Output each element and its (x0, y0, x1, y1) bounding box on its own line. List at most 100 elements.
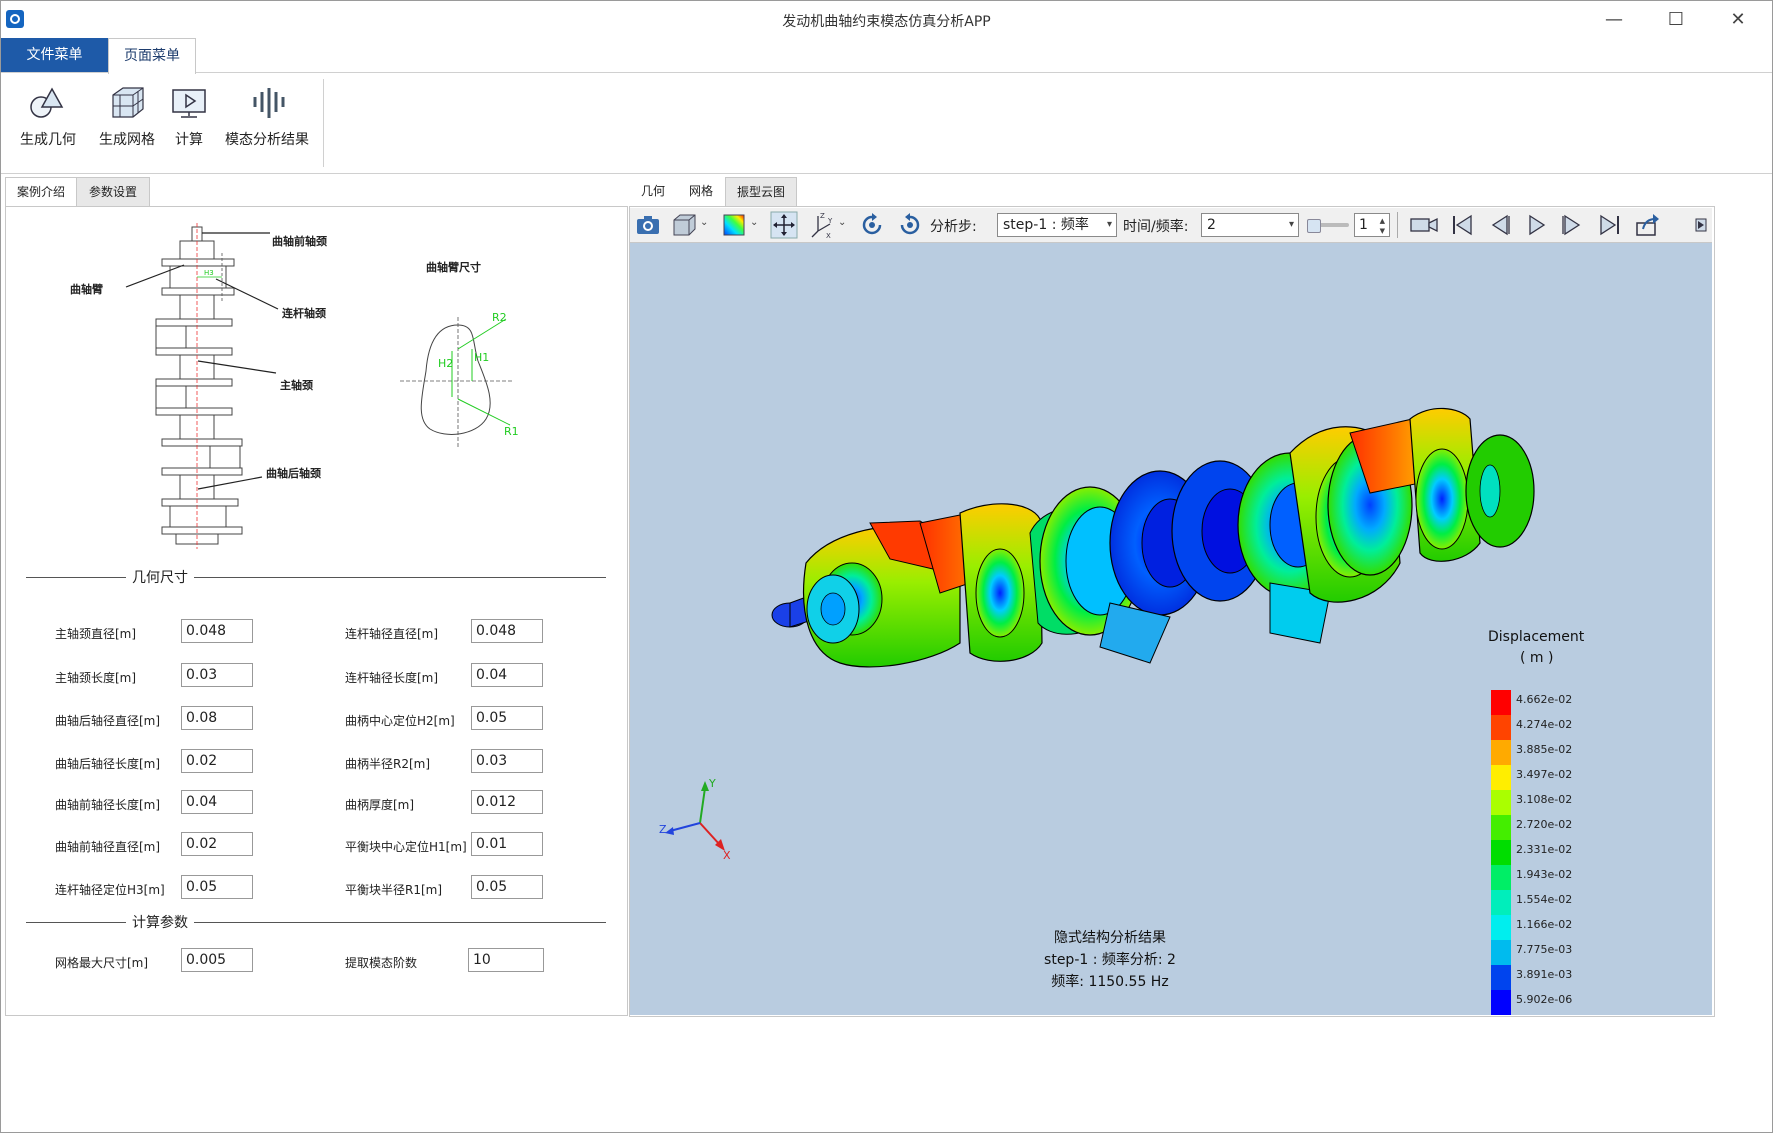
pan-icon[interactable] (770, 211, 798, 239)
param-label: 曲轴前轴径直径[m] (55, 840, 161, 854)
parameter-panel: H3 曲轴前轴颈 曲轴臂 连杆轴颈 主轴颈 曲轴后轴颈 曲轴臂尺寸 R2 H1 … (5, 206, 628, 1016)
svg-text:Y: Y (827, 217, 833, 225)
first-frame-icon[interactable] (1448, 211, 1476, 239)
previous-frame-icon[interactable] (1485, 211, 1513, 239)
legend-tick-label: 2.331e-02 (1516, 843, 1573, 856)
legend-swatch (1491, 765, 1511, 790)
tab-mesh[interactable]: 网格 (681, 177, 721, 205)
expand-icon[interactable] (1692, 211, 1710, 239)
calc-param-label: 提取模态阶数 (345, 956, 418, 970)
play-icon[interactable] (1522, 211, 1550, 239)
conrod-journal-label: 连杆轴颈 (282, 306, 326, 320)
param-input[interactable] (471, 790, 543, 814)
frame-slider[interactable] (1307, 219, 1349, 233)
generate-mesh-label: 生成网格 (99, 132, 155, 148)
analysis-step-select[interactable]: step-1 : 频率 ▾ (997, 213, 1117, 237)
h2-label: H2 (438, 357, 453, 370)
param-input[interactable] (181, 619, 253, 643)
param-input[interactable] (181, 875, 253, 899)
calc-section-title: 计算参数 (126, 912, 194, 932)
contour-color-icon[interactable] (720, 211, 748, 239)
modal-result-label: 模态分析结果 (225, 132, 309, 148)
generate-geometry-button[interactable]: 生成几何 (15, 85, 81, 149)
chevron-down-icon[interactable]: ⌄ (750, 217, 758, 228)
param-label: 主轴颈直径[m] (55, 627, 137, 641)
result-info: 隐式结构分析结果 step-1 : 频率分析: 2 频率: 1150.55 Hz (960, 927, 1260, 993)
param-input[interactable] (181, 749, 253, 773)
rotate-cw-icon[interactable] (858, 211, 886, 239)
geometry-section-header: 几何尺寸 (26, 567, 606, 587)
compute-button[interactable]: 计算 (169, 85, 209, 149)
modal-result-button[interactable]: 模态分析结果 (220, 85, 314, 149)
last-frame-icon[interactable] (1596, 211, 1624, 239)
result-title: 隐式结构分析结果 (1054, 930, 1166, 946)
main-journal-label: 主轴颈 (280, 378, 313, 392)
tab-case-intro[interactable]: 案例介绍 (5, 177, 77, 207)
axis-orientation-icon[interactable]: ZYX (808, 211, 836, 239)
menu-tab-page[interactable]: 页面菜单 (108, 38, 196, 74)
svg-text:X: X (826, 232, 831, 239)
param-label: 连杆轴径定位H3[m] (55, 883, 165, 897)
frame-spinbox[interactable]: 1 ▲ ▼ (1354, 213, 1390, 237)
mode-count-input[interactable] (468, 948, 544, 972)
tab-mode-shape[interactable]: 振型云图 (725, 177, 797, 207)
maximize-button[interactable]: ☐ (1653, 5, 1699, 35)
param-input[interactable] (471, 663, 543, 687)
window-title: 发动机曲轴约束模态仿真分析APP (782, 14, 991, 30)
param-input[interactable] (471, 749, 543, 773)
tab-parameters[interactable]: 参数设置 (76, 177, 150, 207)
param-label: 平衡块半径R1[m] (345, 883, 443, 897)
camera-icon[interactable] (634, 211, 662, 239)
param-input[interactable] (181, 790, 253, 814)
menu-tab-file[interactable]: 文件菜单 (1, 38, 108, 72)
param-label: 曲轴前轴径长度[m] (55, 798, 161, 812)
param-input[interactable] (181, 832, 253, 856)
compute-label: 计算 (175, 132, 203, 148)
param-label: 曲轴后轴径长度[m] (55, 757, 161, 771)
param-input[interactable] (181, 663, 253, 687)
chevron-down-icon: ▾ (1106, 219, 1112, 230)
slider-handle[interactable] (1307, 219, 1321, 233)
crankshaft-diagram: H3 曲轴前轴颈 曲轴臂 连杆轴颈 主轴颈 曲轴后轴颈 曲轴臂尺寸 R2 H1 … (70, 223, 519, 549)
rotate-ccw-icon[interactable] (896, 211, 924, 239)
export-icon[interactable] (1633, 211, 1661, 239)
ribbon: 生成几何 生成网格 计算 模态分析结果 (1, 73, 1772, 174)
modal-result-icon (253, 88, 285, 118)
legend-tick-label: 4.662e-02 (1516, 693, 1573, 706)
3d-viewport[interactable]: Y X Z 隐式结构分析结果 step-1 : 频率分析: 2 频率: 1150… (630, 243, 1712, 1015)
legend-unit: ( m ) (1520, 650, 1554, 666)
geometry-icon (30, 87, 64, 118)
time-frequency-select[interactable]: 2 ▾ (1201, 213, 1299, 237)
param-input[interactable] (471, 619, 543, 643)
param-label: 主轴颈长度[m] (55, 671, 137, 685)
svg-text:Z: Z (820, 212, 825, 220)
param-input[interactable] (471, 832, 543, 856)
rear-journal-label: 曲轴后轴颈 (266, 466, 321, 480)
legend-tick-label: 1.166e-02 (1516, 918, 1573, 931)
minimize-button[interactable]: — (1591, 5, 1637, 35)
close-button[interactable]: ✕ (1715, 5, 1761, 35)
spinner-arrows-icon: ▲ ▼ (1379, 217, 1385, 235)
legend-swatch (1491, 690, 1511, 715)
param-label: 连杆轴径长度[m] (345, 671, 439, 685)
legend-swatch (1491, 815, 1511, 840)
chevron-down-icon[interactable]: ⌄ (700, 217, 708, 228)
r1-label: R1 (504, 425, 519, 438)
mesh-size-input[interactable] (181, 948, 253, 972)
analysis-step-value: step-1 : 频率 (1003, 217, 1089, 233)
next-frame-icon[interactable] (1559, 211, 1587, 239)
record-video-icon[interactable] (1408, 211, 1440, 239)
param-input[interactable] (181, 706, 253, 730)
generate-mesh-button[interactable]: 生成网格 (94, 85, 160, 149)
calc-section-header: 计算参数 (26, 912, 606, 932)
chevron-down-icon[interactable]: ⌄ (838, 217, 846, 228)
legend-swatch (1491, 740, 1511, 765)
legend-swatch (1491, 790, 1511, 815)
param-input[interactable] (471, 875, 543, 899)
param-label: 连杆轴径直径[m] (345, 627, 439, 641)
viewer-toolbar: ⌄ ⌄ ZYX ⌄ 分析步: step-1 : 频率 ▾ 时间/频率: 2 ▾ … (630, 208, 1712, 243)
param-input[interactable] (471, 706, 543, 730)
tab-geometry[interactable]: 几何 (633, 177, 673, 205)
view-cube-icon[interactable] (670, 211, 698, 239)
time-frequency-value: 2 (1207, 217, 1216, 233)
